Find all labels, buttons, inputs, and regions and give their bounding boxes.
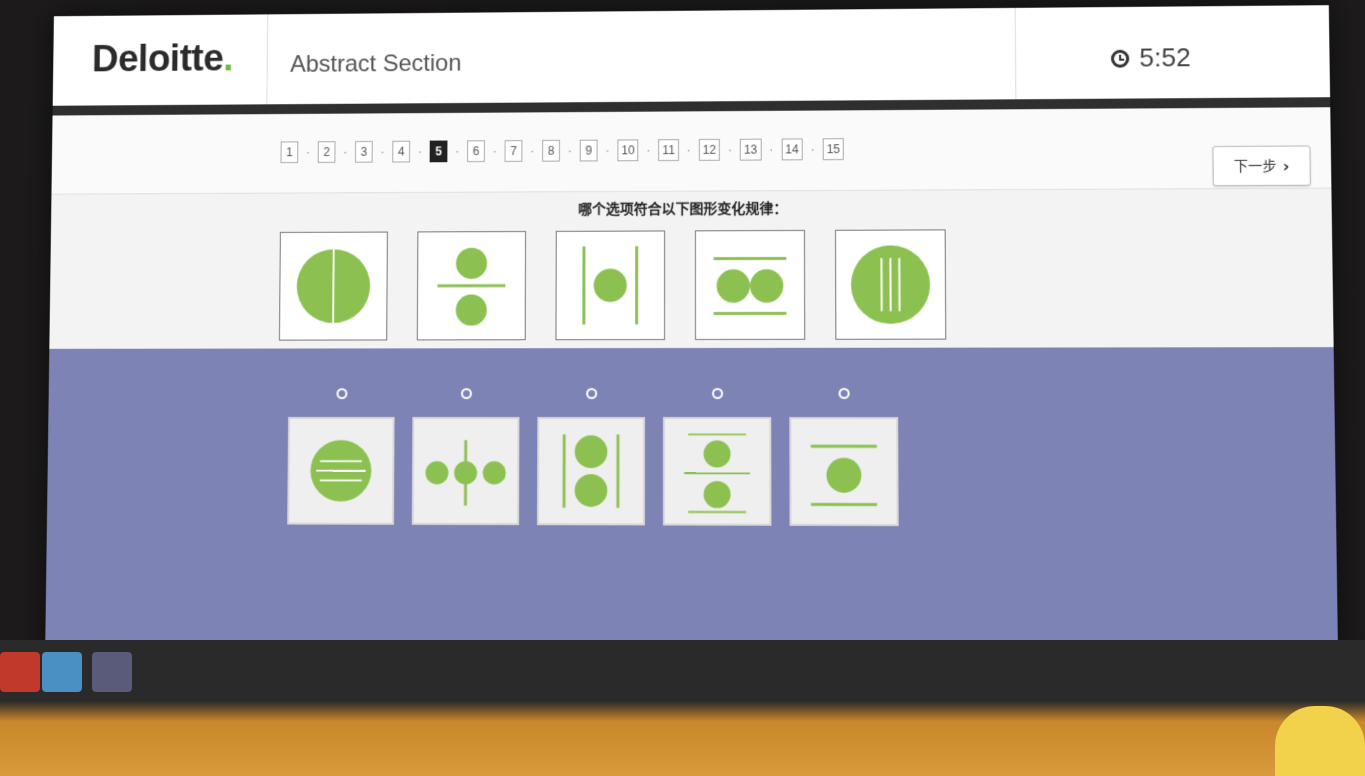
pager-separator: · — [305, 145, 311, 160]
header: Deloitte. Abstract Section 5:52 — [52, 5, 1331, 107]
pager-separator: · — [343, 145, 348, 159]
page-button-3[interactable]: 3 — [354, 140, 373, 163]
option-4-figure[interactable] — [662, 417, 772, 526]
pager-separator: · — [455, 144, 460, 159]
question-prompt: 哪个选项符合以下图形变化规律： — [578, 201, 788, 218]
option-4-radio[interactable] — [711, 387, 723, 400]
pager-separator: · — [567, 143, 572, 158]
page-button-13[interactable]: 13 — [739, 138, 762, 161]
section-title: Abstract Section — [290, 49, 462, 78]
answer-option-1[interactable] — [287, 388, 395, 525]
desktop-taskbar — [0, 640, 1365, 776]
question-navigation: 1 · 2 · 3 · 4 · 5 · 6 · 7 · 8 · 9 · 10 · 11 · 12 · 13 · 14 · 15 下一步 … — [51, 107, 1332, 195]
browser-icon[interactable] — [42, 652, 82, 692]
sequence-figure-5 — [835, 229, 947, 340]
pager-separator: · — [380, 144, 385, 159]
option-2-figure[interactable] — [411, 417, 520, 526]
sequence-figure-3 — [555, 230, 666, 341]
pager-separator: · — [646, 143, 651, 158]
pager-separator: · — [810, 142, 815, 157]
answer-option-5[interactable] — [789, 387, 899, 527]
test-window: Deloitte. Abstract Section 5:52 1 · 2 · 3 · 4 ·… — [44, 5, 1339, 705]
option-1-radio[interactable] — [336, 388, 347, 400]
pager-separator: · — [769, 142, 774, 157]
pager-separator: · — [727, 142, 732, 157]
page-button-6[interactable]: 6 — [467, 140, 485, 163]
sequence-figure-4 — [694, 229, 806, 340]
answer-option-3[interactable] — [537, 388, 646, 526]
sequence-figure-1 — [278, 231, 388, 341]
pager-separator: · — [492, 144, 497, 159]
page-button-9[interactable]: 9 — [579, 139, 598, 162]
emoji-sticker — [1275, 706, 1365, 776]
question-pager: 1 · 2 · 3 · 4 · 5 · 6 · 7 · 8 · 9 · 10 · 11 · 12 · 13 · 14 · 15 — [280, 138, 845, 164]
option-5-figure[interactable] — [789, 417, 899, 527]
sequence-figure-2 — [416, 231, 527, 341]
page-button-4[interactable]: 4 — [392, 140, 411, 163]
next-step-button[interactable]: 下一步 › — [1212, 145, 1311, 187]
page-button-14[interactable]: 14 — [781, 138, 803, 161]
answer-options-area — [45, 347, 1339, 669]
page-button-2[interactable]: 2 — [317, 141, 336, 163]
pager-separator: · — [686, 143, 691, 157]
page-button-11[interactable]: 11 — [658, 139, 679, 162]
deloitte-logo: Deloitte. — [91, 38, 234, 81]
page-button-1[interactable]: 1 — [280, 141, 299, 164]
clock-icon — [1110, 49, 1130, 68]
answer-option-4[interactable] — [662, 387, 772, 526]
timer-divider — [1014, 7, 1017, 100]
pager-separator: · — [417, 144, 422, 159]
next-step-label: 下一步 — [1233, 158, 1277, 176]
countdown-timer: 5:52 — [1110, 42, 1191, 74]
game-icon[interactable] — [92, 652, 132, 692]
page-button-7[interactable]: 7 — [504, 140, 523, 162]
page-button-10[interactable]: 10 — [617, 139, 639, 162]
page-button-15[interactable]: 15 — [822, 138, 845, 161]
pager-separator: · — [530, 143, 535, 158]
option-3-radio[interactable] — [585, 388, 597, 400]
pager-separator: · — [605, 143, 610, 158]
page-button-12[interactable]: 12 — [698, 138, 721, 161]
chevron-right-icon: › — [1282, 156, 1290, 176]
option-2-radio[interactable] — [460, 388, 472, 400]
answer-option-2[interactable] — [411, 388, 520, 526]
figure-sequence — [278, 229, 947, 341]
option-5-radio[interactable] — [838, 387, 850, 399]
option-3-figure[interactable] — [537, 417, 646, 526]
timer-value: 5:52 — [1139, 42, 1191, 73]
header-divider — [266, 14, 269, 105]
option-1-figure[interactable] — [287, 416, 395, 525]
answer-options — [287, 387, 899, 527]
page-button-5[interactable]: 5 — [429, 140, 448, 163]
app-icon[interactable] — [0, 652, 40, 692]
page-button-8[interactable]: 8 — [542, 139, 560, 162]
